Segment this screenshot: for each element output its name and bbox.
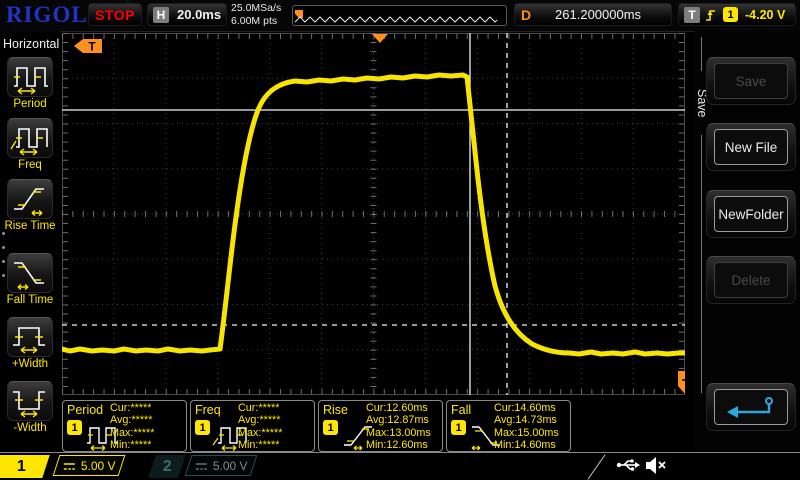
- measurement-stats: Cur:***** Avg:***** Max:***** Min:*****: [238, 402, 311, 451]
- channel-bar-separator: [0, 452, 800, 453]
- top-status-bar: RIGOL STOP H 20.0ms 25.0MSa/s 6.00M pts …: [0, 0, 800, 32]
- sample-rate: 25.0MSa/s: [231, 2, 281, 15]
- acquisition-info: 25.0MSa/s 6.00M pts: [231, 2, 281, 28]
- memory-waveform-preview[interactable]: [292, 5, 507, 26]
- menu-item-plus-width[interactable]: +Width: [0, 317, 60, 370]
- channel2-scale-box[interactable]: 5.00 V: [185, 455, 258, 476]
- source-badge: 1: [67, 420, 82, 435]
- measurement-box-freq: Freq 1 Cur:***** Avg:***** Max:***** Min…: [190, 400, 315, 452]
- softkey-delete[interactable]: Delete: [706, 256, 796, 304]
- trigger-level-value: -4.20 V: [745, 8, 785, 22]
- rigol-logo: RIGOL: [6, 2, 88, 28]
- channel1-scale-box[interactable]: 5.00 V: [53, 455, 126, 476]
- return-arrow-icon: [723, 395, 779, 419]
- menu-title: Horizontal: [3, 37, 59, 51]
- svg-text:T: T: [88, 40, 96, 54]
- preview-waveform: [293, 6, 506, 25]
- menu-item-rise-time[interactable]: Rise Time: [0, 179, 60, 232]
- source-badge: 1: [451, 420, 466, 435]
- t-label: T: [684, 7, 700, 23]
- channel1-scale: 5.00 V: [81, 459, 116, 473]
- measurement-name: Fall: [451, 403, 471, 417]
- source-badge: 1: [323, 420, 338, 435]
- measurement-box-rise: Rise 1 Cur:12.60ms Avg:12.87ms Max:13.00…: [318, 400, 443, 452]
- dc-coupling-icon: [195, 460, 208, 471]
- delay-value: 261.200000ms: [531, 7, 665, 22]
- left-function-menu: Horizontal Period Freq: [0, 31, 60, 454]
- fall-time-icon: [7, 253, 53, 293]
- menu-item-period[interactable]: Period: [0, 57, 60, 110]
- run-state-indicator[interactable]: STOP: [88, 3, 142, 26]
- channel2-tab[interactable]: 2: [148, 455, 185, 478]
- scroll-indicator-dot: [2, 246, 5, 249]
- scroll-indicator-dot: [2, 260, 5, 263]
- channel1-tab[interactable]: 1: [0, 455, 50, 478]
- scroll-indicator-dot: [2, 274, 5, 277]
- rising-edge-icon: [705, 7, 718, 23]
- period-icon: [7, 57, 53, 97]
- preview-position-marker: [295, 10, 303, 18]
- status-bar-divider: [587, 454, 605, 479]
- d-label: D: [521, 7, 531, 23]
- dc-coupling-icon: [63, 460, 76, 471]
- speaker-muted-icon: [645, 456, 667, 475]
- channel2-label: 2: [163, 458, 172, 476]
- plus-width-icon: [7, 317, 53, 357]
- channel1-label: 1: [17, 458, 26, 476]
- trigger-box: T 1 -4.20 V: [678, 3, 796, 26]
- trigger-source-badge: 1: [723, 7, 738, 22]
- channel2-scale: 5.00 V: [213, 459, 248, 473]
- freq-icon: [7, 118, 53, 158]
- measurement-stats: Cur:12.60ms Avg:12.87ms Max:13.00ms Min:…: [366, 402, 439, 451]
- h-label: H: [153, 7, 169, 23]
- softkey-save[interactable]: Save: [706, 57, 796, 105]
- measurement-name: Freq: [195, 403, 221, 417]
- menu-item-fall-time[interactable]: Fall Time: [0, 253, 60, 306]
- menu-item-minus-width[interactable]: -Width: [0, 381, 60, 434]
- svg-text:T: T: [679, 377, 685, 384]
- measurement-box-fall: Fall 1 Cur:14.60ms Avg:14.73ms Max:15.00…: [446, 400, 571, 452]
- measurement-stats: Cur:***** Avg:***** Max:***** Min:*****: [110, 402, 183, 451]
- measurement-name: Period: [67, 403, 103, 417]
- delay-box: D 261.200000ms: [514, 3, 672, 26]
- memory-depth: 6.00M pts: [231, 15, 281, 28]
- softkey-back[interactable]: [706, 383, 796, 431]
- rise-time-icon: [7, 179, 53, 219]
- source-badge: 1: [195, 420, 210, 435]
- right-soft-menu: Save Save New File NewFolder Delete: [694, 31, 800, 454]
- measurement-stats: Cur:14.60ms Avg:14.73ms Max:15.00ms Min:…: [494, 402, 567, 451]
- measurement-box-period: Period 1 Cur:***** Avg:***** Max:***** M…: [62, 400, 187, 452]
- softkey-new-file[interactable]: New File: [706, 123, 796, 171]
- scroll-indicator-dot: [2, 232, 5, 235]
- timebase-value: 20.0ms: [177, 7, 221, 22]
- horizontal-timebase-box: H 20.0ms: [147, 3, 227, 26]
- usb-icon: [616, 456, 640, 474]
- waveform-display: T T: [62, 33, 685, 395]
- softkey-new-folder[interactable]: NewFolder: [706, 190, 796, 238]
- oscilloscope-screen: RIGOL STOP H 20.0ms 25.0MSa/s 6.00M pts …: [0, 0, 800, 480]
- measurement-name: Rise: [323, 403, 348, 417]
- minus-width-icon: [7, 381, 53, 421]
- menu-item-freq[interactable]: Freq: [0, 118, 60, 171]
